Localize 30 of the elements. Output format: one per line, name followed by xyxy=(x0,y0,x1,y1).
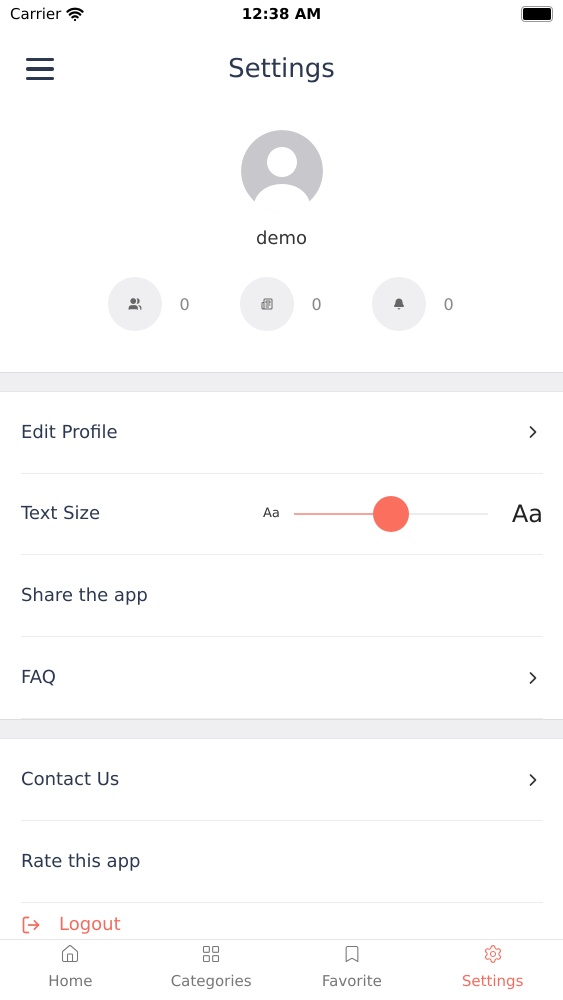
user-name: demo xyxy=(256,228,308,249)
grid-icon xyxy=(201,944,222,964)
menu-label[interactable]: Edit Profile xyxy=(21,422,118,443)
large-text-label: Aa xyxy=(512,500,543,528)
newspaper-icon xyxy=(260,298,272,310)
carrier-label: Carrier xyxy=(10,5,62,23)
tab-button[interactable]: Categories xyxy=(140,940,282,1000)
menu-label[interactable]: Contact Us xyxy=(21,769,120,790)
menu-label: Text Size xyxy=(21,503,100,524)
home-icon xyxy=(60,944,80,964)
menu-label[interactable]: FAQ xyxy=(21,667,56,688)
menu-label[interactable]: Share the app xyxy=(21,585,148,606)
stat-count: 0 xyxy=(180,294,191,314)
settings-icon xyxy=(482,944,503,964)
page-title: Settings xyxy=(227,54,336,84)
avatar-icon xyxy=(240,130,322,212)
bell-icon xyxy=(392,298,404,310)
clock: 12:38 AM xyxy=(242,5,322,23)
tab-button[interactable]: Home xyxy=(0,940,141,1000)
tab-button[interactable]: Favorite xyxy=(282,940,422,1000)
small-text-label: Aa xyxy=(263,506,280,522)
stat-count: 0 xyxy=(444,294,455,314)
logout-icon xyxy=(21,914,41,935)
slider-thumb[interactable] xyxy=(372,496,409,532)
wifi-icon xyxy=(66,5,84,23)
group-icon xyxy=(128,297,142,311)
menu-button[interactable] xyxy=(26,58,56,80)
menu-label[interactable]: Rate this app xyxy=(21,851,140,872)
battery-icon xyxy=(521,6,553,22)
stat-count: 0 xyxy=(312,294,323,314)
